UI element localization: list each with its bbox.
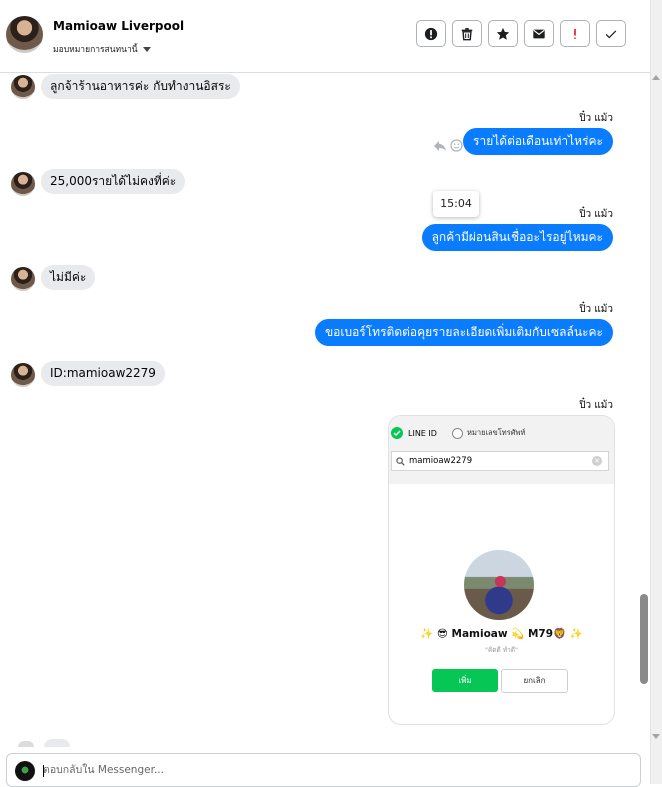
check-circle-icon	[391, 427, 403, 439]
incoming-message[interactable]: 25,000รายได้ไม่คงที่ค่ะ	[41, 169, 186, 194]
search-icon	[396, 456, 405, 466]
contact-avatar[interactable]	[6, 16, 43, 53]
trash-icon	[461, 27, 473, 40]
incoming-message[interactable]: ไม่มีค่ะ	[41, 265, 96, 290]
check-icon	[605, 30, 617, 38]
star-button[interactable]	[488, 20, 518, 47]
exclamation-icon	[574, 28, 576, 39]
sender-name: ปิ๋ว แม้ว	[579, 209, 613, 220]
reply-input[interactable]	[43, 760, 623, 780]
line-id-option: LINE ID	[391, 427, 437, 439]
timestamp-tooltip: 15:04	[433, 191, 479, 217]
envelope-icon	[533, 29, 545, 38]
message-actions	[433, 139, 463, 152]
sender-avatar[interactable]	[11, 75, 35, 99]
image-attachment[interactable]: LINE ID หมายเลขโทรศัพท์ mamioaw2279 ✕ ✨ …	[388, 415, 615, 725]
scroll-up-arrow-icon[interactable]	[652, 75, 660, 80]
emoji-reaction-icon[interactable]	[450, 139, 463, 152]
line-search-field: mamioaw2279 ✕	[391, 451, 609, 471]
phone-label: หมายเลขโทรศัพท์	[467, 428, 526, 437]
sender-avatar[interactable]	[11, 267, 35, 291]
line-cancel-button: ยกเลิก	[501, 669, 568, 693]
line-id-label: LINE ID	[408, 428, 437, 438]
sender-avatar[interactable]	[11, 363, 35, 387]
reply-composer	[6, 753, 641, 787]
sender-name: ปิ๋ว แม้ว	[579, 304, 613, 315]
text-cursor	[43, 765, 44, 777]
outgoing-message[interactable]: รายได้ต่อเดือนเท่าไหร่คะ	[463, 128, 613, 155]
sender-name: ปิ๋ว แม้ว	[579, 400, 613, 411]
sender-avatar-partial	[18, 741, 34, 747]
mark-unread-button[interactable]	[524, 20, 554, 47]
sender-name: ปิ๋ว แม้ว	[579, 113, 613, 124]
line-profile-name: ✨ 😎 Mamioaw 💫 M79🦁 ✨	[420, 628, 583, 640]
line-search-value: mamioaw2279	[409, 456, 473, 466]
radio-empty-icon	[452, 427, 463, 439]
contact-name[interactable]: Mamioaw Liverpool	[53, 19, 184, 33]
sender-avatar[interactable]	[11, 172, 35, 196]
outgoing-message[interactable]: ลูกค้ามีผ่อนสินเชื่ออะไรอยู่ไหมคะ	[421, 224, 613, 251]
incoming-message-partial	[44, 739, 70, 747]
caret-down-icon	[142, 46, 151, 52]
incoming-message[interactable]: ลูกจ้าร้านอาหารค่ะ กับทำงานอิสระ	[41, 74, 240, 99]
assign-conversation-dropdown[interactable]: มอบหมายการสนทนานี้	[53, 42, 151, 56]
alert-circle-icon	[424, 27, 438, 40]
clear-icon: ✕	[592, 456, 602, 466]
report-button[interactable]	[416, 20, 446, 47]
reply-icon[interactable]	[433, 140, 447, 152]
scrollbar-track[interactable]	[650, 0, 662, 784]
assign-label: มอบหมายการสนทนานี้	[53, 45, 138, 55]
line-profile-photo	[464, 550, 534, 620]
line-profile-status: "คิดดี ทำดี"	[485, 646, 518, 654]
scroll-down-arrow-icon[interactable]	[652, 734, 660, 739]
page-avatar	[15, 761, 35, 781]
conversation-header: Mamioaw Liverpool มอบหมายการสนทนานี้	[0, 0, 650, 73]
phone-option: หมายเลขโทรศัพท์	[452, 427, 525, 439]
line-add-button: เพิ่ม	[432, 669, 498, 692]
line-search-panel: LINE ID หมายเลขโทรศัพท์ mamioaw2279 ✕	[389, 416, 614, 484]
spam-button[interactable]	[560, 20, 590, 47]
outgoing-message[interactable]: ขอเบอร์โทรติดต่อคุยรายละเอียดเพิ่มเติมกั…	[314, 319, 613, 346]
scrollbar-thumb[interactable]	[640, 594, 648, 684]
delete-button[interactable]	[452, 20, 482, 47]
conversation-toolbar	[416, 20, 626, 47]
incoming-message[interactable]: ID:mamioaw2279	[41, 361, 165, 386]
star-icon	[496, 27, 510, 40]
done-button[interactable]	[596, 20, 626, 47]
